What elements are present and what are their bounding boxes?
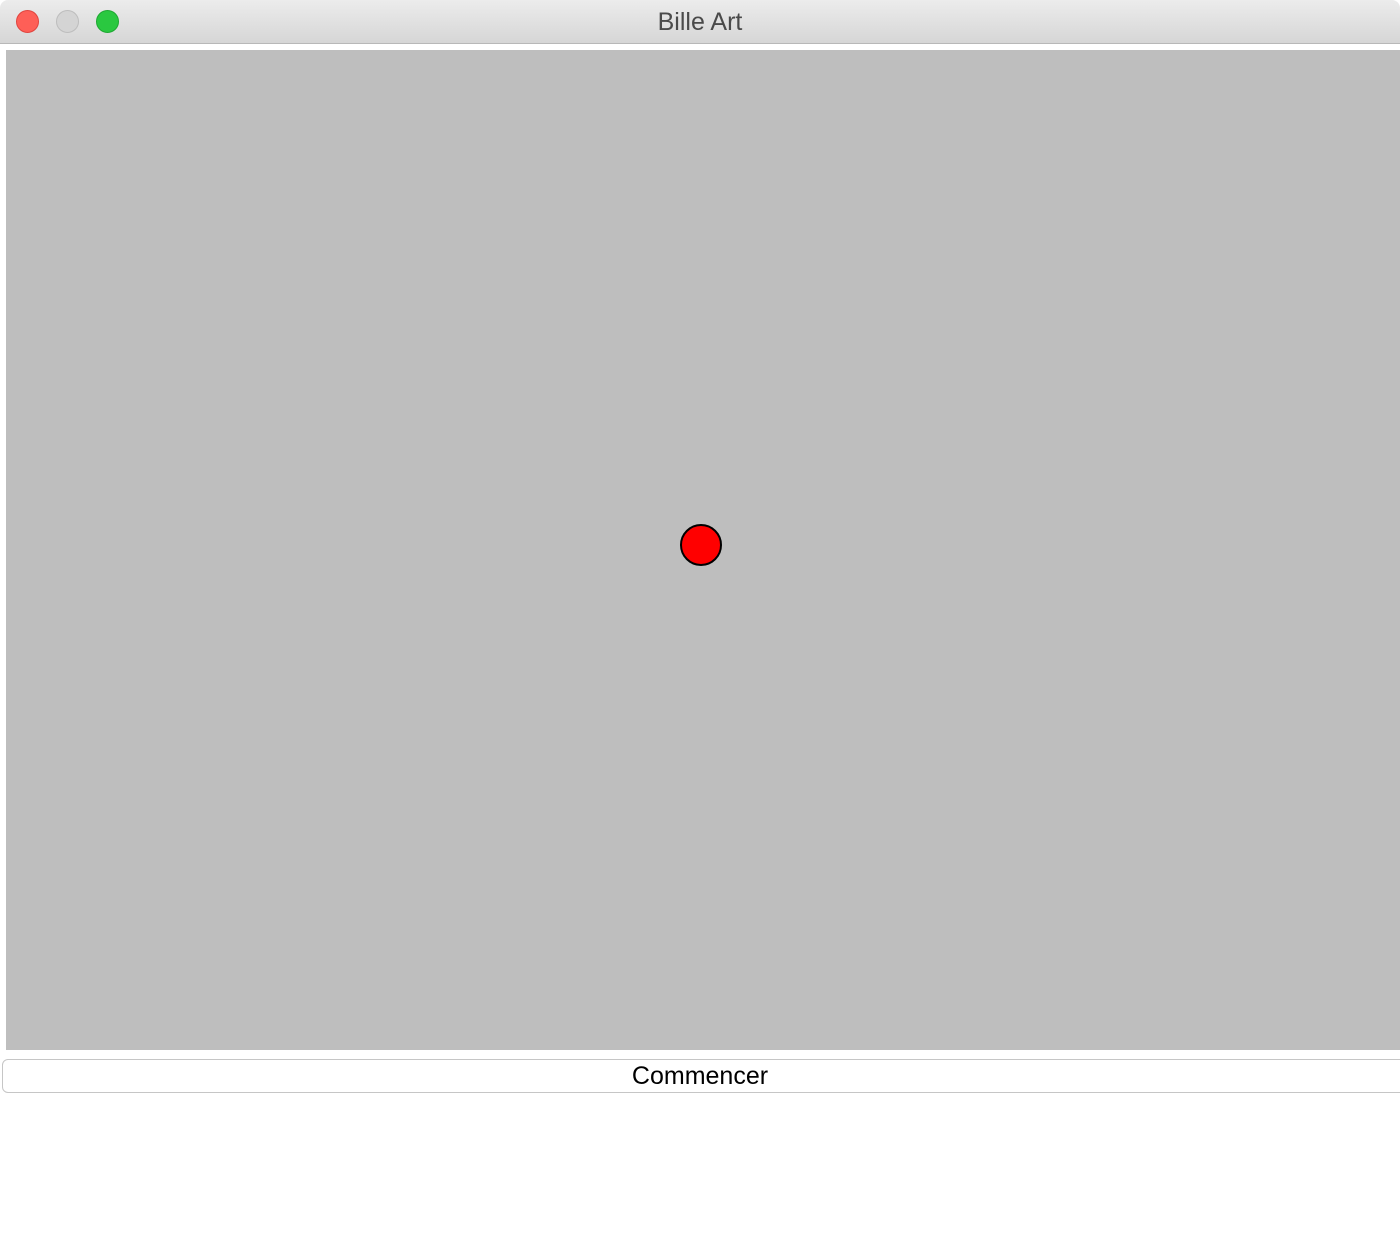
drawing-canvas[interactable]: [6, 50, 1400, 1050]
title-bar: Bille Art: [0, 0, 1400, 44]
window-title: Bille Art: [657, 8, 743, 36]
start-button[interactable]: Commencer: [2, 1059, 1400, 1093]
ball: [680, 524, 722, 566]
